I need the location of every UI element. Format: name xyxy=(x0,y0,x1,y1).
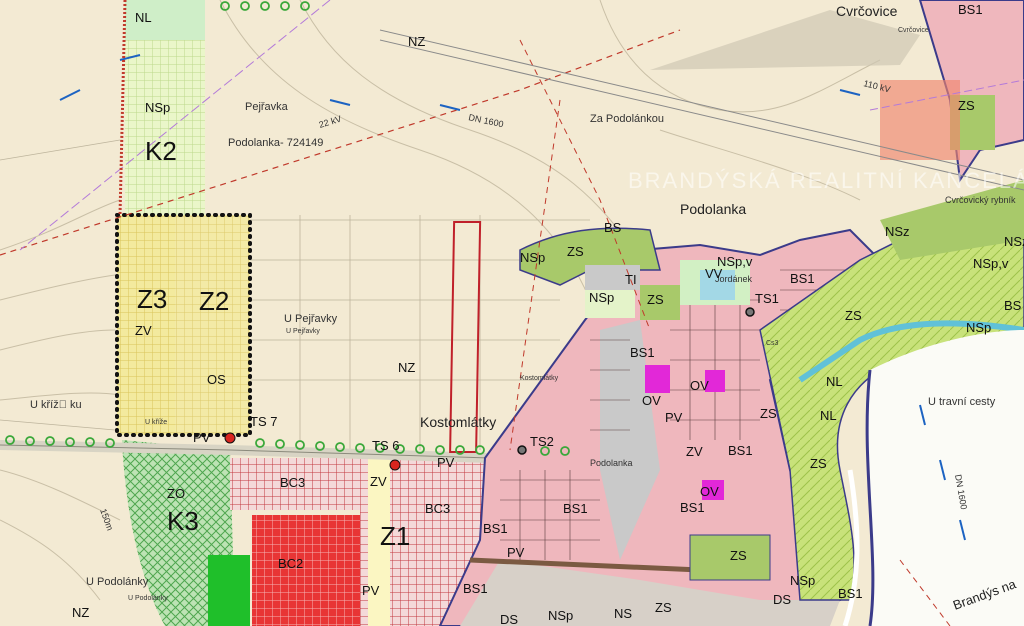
code-nspv1: NSp,v xyxy=(717,254,753,269)
code-zo: ZO xyxy=(167,486,185,501)
code-bs1f: BS1 xyxy=(680,500,705,515)
label-cvrcovicky: Cvrčovický rybník xyxy=(945,195,1016,205)
label-u-podolanky: U Podolánky xyxy=(86,576,149,588)
label-small-u-podolanky: U Podolánky xyxy=(128,595,168,602)
code-zs5: ZS xyxy=(810,456,827,471)
label-small-kostomlatky: Kostomlátky xyxy=(520,375,559,382)
code-ts7: TS 7 xyxy=(250,414,277,429)
code-bs1e: BS1 xyxy=(483,521,508,536)
zoning-map: BRANDÝSKÁ REALITNÍ KANCELÁŘ K2 Z3 Z2 K3 … xyxy=(0,0,1024,626)
reserve-z2-area xyxy=(175,215,250,435)
code-nsp5: NSp xyxy=(548,608,573,623)
code-nsp2: NSp xyxy=(589,290,614,305)
code-nz-mid: NZ xyxy=(398,360,415,375)
code-ts2: TS2 xyxy=(530,434,554,449)
code-bs1g: BS1 xyxy=(463,581,488,596)
code-bs1h: BS1 xyxy=(958,2,983,17)
label-small-krize: U kříže xyxy=(145,419,167,426)
label-kostomlatky: Kostomlátky xyxy=(420,414,496,430)
ts6-marker xyxy=(389,459,401,471)
label-u-travni-cesty: U travní cesty xyxy=(928,396,996,408)
code-ts1: TS1 xyxy=(755,291,779,306)
code-bs1d: BS1 xyxy=(563,501,588,516)
code-nsp3: NSp xyxy=(790,573,815,588)
code-pv5: PV xyxy=(362,583,380,598)
code-ti: TI xyxy=(625,272,637,287)
code-vv: VV xyxy=(705,266,723,281)
watermark-text: BRANDÝSKÁ REALITNÍ KANCELÁŘ xyxy=(628,168,1024,193)
code-ov1: OV xyxy=(642,393,661,408)
code-zv2: ZV xyxy=(370,474,387,489)
label-u-pejravky: U Pejřavky xyxy=(284,313,338,325)
code-nspv2: NSp,v xyxy=(973,256,1009,271)
code-ov3: OV xyxy=(700,484,719,499)
ts2-marker xyxy=(517,445,527,455)
code-nl2: NL xyxy=(820,408,837,423)
code-bc3a: BC3 xyxy=(280,475,305,490)
code-zv-z3: ZV xyxy=(135,323,152,338)
code-bs1a: BS1 xyxy=(630,345,655,360)
label-small-u-pejravky: U Pejřavky xyxy=(286,328,320,335)
code-pv3: PV xyxy=(665,410,683,425)
label-pejravka: Pejřavka xyxy=(245,101,289,113)
code-bc2: BC2 xyxy=(278,556,303,571)
label-k3: K3 xyxy=(167,506,199,536)
code-nsp4: NSp xyxy=(966,320,991,335)
code-nsz2: NSz xyxy=(1004,234,1024,249)
ts7-marker xyxy=(224,432,236,444)
code-nsp1: NSp xyxy=(520,250,545,265)
label-cvrcovice: Cvrčovice xyxy=(836,3,898,19)
label-podolanka: Podolanka xyxy=(680,201,746,217)
ts1-marker xyxy=(745,307,755,317)
code-zs3: ZS xyxy=(845,308,862,323)
code-bs1-last: BS1 xyxy=(838,586,863,601)
code-nz-bottom: NZ xyxy=(72,605,89,620)
label-z2: Z2 xyxy=(199,286,229,316)
code-nz-top: NZ xyxy=(408,34,425,49)
code-zs2: ZS xyxy=(647,292,664,307)
code-pv2: PV xyxy=(437,455,455,470)
code-ds1: DS xyxy=(500,612,518,626)
code-bc3b: BC3 xyxy=(425,501,450,516)
bc2-area xyxy=(252,515,360,626)
label-z1: Z1 xyxy=(380,521,410,551)
code-zs7: ZS xyxy=(958,98,975,113)
code-pv4: PV xyxy=(507,545,525,560)
label-z3: Z3 xyxy=(137,284,167,314)
code-ds2: DS xyxy=(773,592,791,607)
label-k2: K2 xyxy=(145,136,177,166)
label-u-krize: U kříž  ku xyxy=(30,399,82,411)
code-pv1: PV xyxy=(193,430,211,445)
code-nsp-top: NSp xyxy=(145,100,170,115)
code-bs-top: BS xyxy=(1004,298,1022,313)
code-bs1b: BS1 xyxy=(790,271,815,286)
code-bs-green: BS xyxy=(604,220,622,235)
code-zs-bottom: ZS xyxy=(655,600,672,615)
label-small-cvrcovice: Cvrčovice xyxy=(898,27,929,34)
label-za-podolankou: Za Podolánkou xyxy=(590,113,664,125)
code-os: OS xyxy=(207,372,226,387)
code-ov2: OV xyxy=(690,378,709,393)
code-zv3: ZV xyxy=(686,444,703,459)
code-ns: NS xyxy=(614,606,632,621)
code-zs1: ZS xyxy=(567,244,584,259)
code-zs6: ZS xyxy=(730,548,747,563)
code-zs4: ZS xyxy=(760,406,777,421)
code-nsz: NSz xyxy=(885,224,910,239)
code-nl1: NL xyxy=(826,374,843,389)
code-nl-top: NL xyxy=(135,10,152,25)
label-small-lokalita: Cs3 xyxy=(766,340,779,347)
code-ts6: TS 6 xyxy=(372,438,399,453)
label-podolanka-code: Podolanka- 724149 xyxy=(228,137,323,149)
label-small-podolanka: Podolanka xyxy=(590,458,633,468)
code-bs1c: BS1 xyxy=(728,443,753,458)
